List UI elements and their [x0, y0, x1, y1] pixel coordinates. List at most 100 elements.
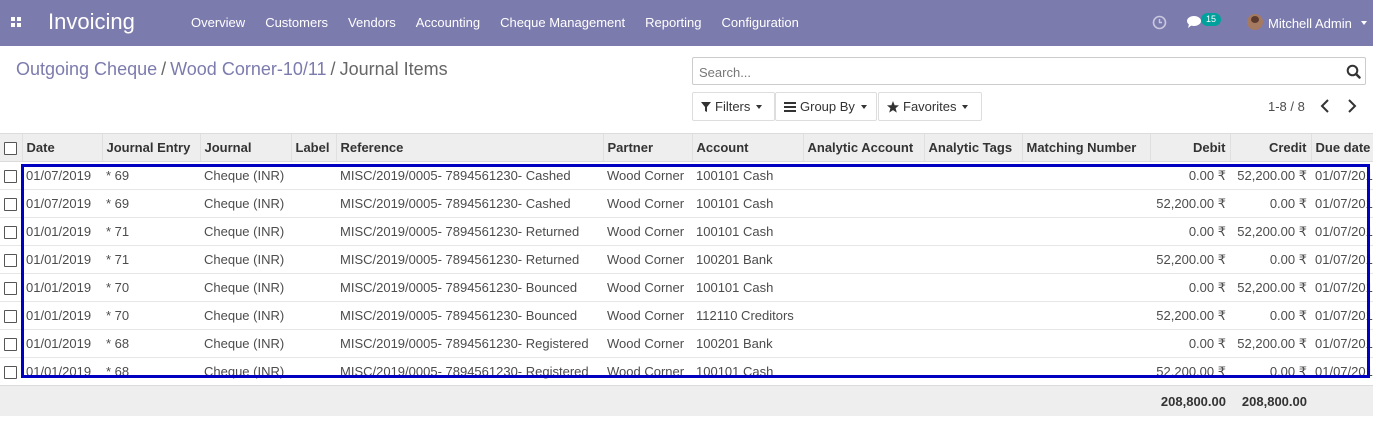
cell-debit: 0.00 ₹	[1150, 217, 1230, 246]
table-row[interactable]: 01/01/2019 * 71 Cheque (INR) MISC/2019/0…	[0, 245, 1373, 274]
app-title[interactable]: Invoicing	[48, 9, 135, 35]
user-caret-icon[interactable]	[1361, 21, 1367, 25]
chat-icon[interactable]	[1186, 15, 1202, 29]
search-input[interactable]	[697, 62, 1331, 82]
cell-journal-entry: * 69	[102, 161, 200, 190]
cell-journal-entry: * 68	[102, 357, 200, 386]
column-header-date[interactable]: Date	[21, 133, 102, 162]
row-checkbox[interactable]	[0, 329, 22, 358]
caret-down-icon	[756, 104, 763, 109]
totals-spacer	[0, 385, 1150, 416]
column-header-reference[interactable]: Reference	[335, 133, 603, 162]
column-header-matching-number[interactable]: Matching Number	[1021, 133, 1150, 162]
row-checkbox[interactable]	[0, 273, 22, 302]
cell-label	[291, 329, 336, 358]
column-header-credit[interactable]: Credit	[1229, 133, 1311, 162]
column-header-label[interactable]: Label	[290, 133, 336, 162]
column-header-analytic-tags[interactable]: Analytic Tags	[923, 133, 1022, 162]
cell-matching-number	[1022, 189, 1150, 218]
menu-customers[interactable]: Customers	[255, 15, 338, 30]
table-row[interactable]: 01/07/2019 * 69 Cheque (INR) MISC/2019/0…	[0, 161, 1373, 190]
cell-account: 100201 Bank	[692, 245, 803, 274]
cell-analytic-tags	[924, 301, 1022, 330]
checkbox-icon[interactable]	[4, 310, 17, 324]
row-checkbox[interactable]	[0, 245, 22, 274]
checkbox-icon[interactable]	[4, 254, 17, 268]
cell-reference: MISC/2019/0005- 7894561230- Returned	[336, 217, 603, 246]
pager-previous-icon[interactable]	[1320, 99, 1330, 113]
select-all-checkbox[interactable]	[0, 133, 22, 162]
favorites-label: Favorites	[903, 99, 957, 114]
user-name[interactable]: Mitchell Admin	[1268, 16, 1352, 31]
table-row[interactable]: 01/07/2019 * 69 Cheque (INR) MISC/2019/0…	[0, 189, 1373, 218]
cell-due-date: 01/07/2019	[1311, 217, 1373, 246]
column-header-analytic-account[interactable]: Analytic Account	[802, 133, 924, 162]
checkbox-icon[interactable]	[4, 142, 17, 156]
group-by-button[interactable]: Group By	[775, 92, 877, 121]
column-header-due-date[interactable]: Due date	[1310, 133, 1373, 162]
cell-date: 01/01/2019	[22, 301, 102, 330]
row-checkbox[interactable]	[0, 189, 22, 218]
breadcrumb-outgoing-cheque[interactable]: Outgoing Cheque	[16, 59, 157, 79]
row-checkbox[interactable]	[0, 161, 22, 190]
cell-credit: 0.00 ₹	[1230, 245, 1311, 274]
cell-analytic-account	[803, 161, 924, 190]
column-header-journal[interactable]: Journal	[199, 133, 291, 162]
cell-date: 01/07/2019	[22, 189, 102, 218]
menu-configuration[interactable]: Configuration	[711, 15, 808, 30]
cell-analytic-account	[803, 217, 924, 246]
top-navbar: Invoicing Overview Customers Vendors Acc…	[0, 0, 1373, 46]
checkbox-icon[interactable]	[4, 282, 17, 296]
cell-journal: Cheque (INR)	[200, 329, 291, 358]
search-icon[interactable]	[1346, 64, 1361, 79]
pager-next-icon[interactable]	[1347, 99, 1357, 113]
menu-accounting[interactable]: Accounting	[406, 15, 490, 30]
menu-reporting[interactable]: Reporting	[635, 15, 711, 30]
clock-icon[interactable]	[1152, 15, 1167, 30]
checkbox-icon[interactable]	[4, 338, 17, 352]
cell-debit: 52,200.00 ₹	[1150, 301, 1230, 330]
checkbox-icon[interactable]	[4, 366, 17, 380]
cell-journal-entry: * 71	[102, 217, 200, 246]
column-header-journal-entry[interactable]: Journal Entry	[101, 133, 200, 162]
column-header-account[interactable]: Account	[691, 133, 803, 162]
menu-cheque-management[interactable]: Cheque Management	[490, 15, 635, 30]
checkbox-icon[interactable]	[4, 198, 17, 212]
pager-value[interactable]: 1-8 / 8	[1268, 99, 1305, 114]
chat-count-badge: 15	[1201, 13, 1222, 26]
cell-due-date: 01/07/2019	[1311, 273, 1373, 302]
checkbox-icon[interactable]	[4, 170, 17, 184]
cell-partner: Wood Corner	[603, 217, 692, 246]
breadcrumb-wood-corner[interactable]: Wood Corner-10/11	[170, 59, 326, 79]
cell-date: 01/07/2019	[22, 161, 102, 190]
cell-debit: 52,200.00 ₹	[1150, 357, 1230, 386]
table-row[interactable]: 01/01/2019 * 68 Cheque (INR) MISC/2019/0…	[0, 329, 1373, 358]
cell-label	[291, 301, 336, 330]
cell-matching-number	[1022, 357, 1150, 386]
cell-debit: 52,200.00 ₹	[1150, 189, 1230, 218]
cell-credit: 0.00 ₹	[1230, 357, 1311, 386]
column-header-partner[interactable]: Partner	[602, 133, 692, 162]
row-checkbox[interactable]	[0, 217, 22, 246]
cell-reference: MISC/2019/0005- 7894561230- Bounced	[336, 273, 603, 302]
table-row[interactable]: 01/01/2019 * 68 Cheque (INR) MISC/2019/0…	[0, 357, 1373, 386]
table-row[interactable]: 01/01/2019 * 70 Cheque (INR) MISC/2019/0…	[0, 301, 1373, 330]
apps-menu-icon[interactable]	[11, 17, 22, 28]
cell-date: 01/01/2019	[22, 273, 102, 302]
filters-button[interactable]: Filters	[692, 92, 775, 121]
row-checkbox[interactable]	[0, 357, 22, 386]
menu-overview[interactable]: Overview	[181, 15, 255, 30]
cell-analytic-account	[803, 357, 924, 386]
row-checkbox[interactable]	[0, 301, 22, 330]
avatar[interactable]	[1247, 14, 1263, 30]
checkbox-icon[interactable]	[4, 226, 17, 240]
cell-credit: 52,200.00 ₹	[1230, 273, 1311, 302]
menu-vendors[interactable]: Vendors	[338, 15, 406, 30]
cell-journal: Cheque (INR)	[200, 245, 291, 274]
table-row[interactable]: 01/01/2019 * 71 Cheque (INR) MISC/2019/0…	[0, 217, 1373, 246]
table-row[interactable]: 01/01/2019 * 70 Cheque (INR) MISC/2019/0…	[0, 273, 1373, 302]
column-header-debit[interactable]: Debit	[1149, 133, 1230, 162]
cell-date: 01/01/2019	[22, 357, 102, 386]
favorites-button[interactable]: Favorites	[878, 92, 982, 121]
cell-credit: 52,200.00 ₹	[1230, 161, 1311, 190]
